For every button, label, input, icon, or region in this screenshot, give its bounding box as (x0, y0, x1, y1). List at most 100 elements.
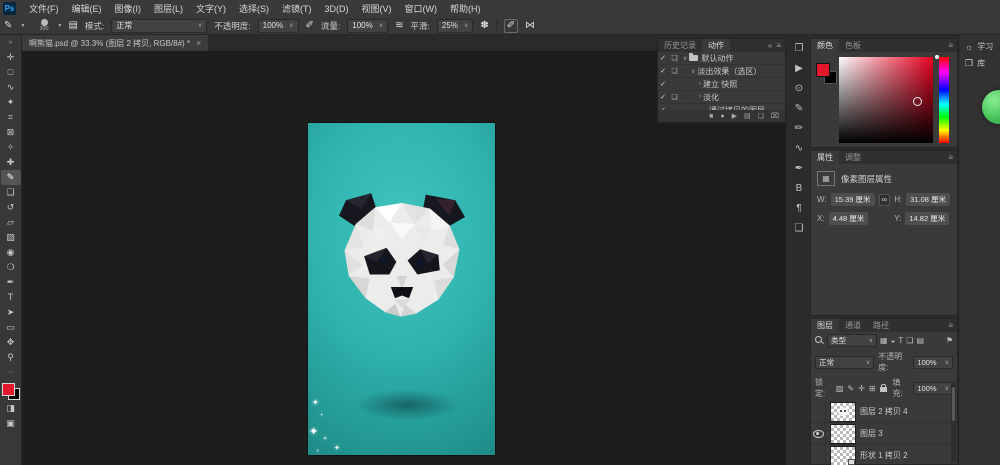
tab-adjustments[interactable]: 调整 (839, 151, 867, 164)
brush-settings-icon[interactable]: ✎ (790, 101, 808, 115)
menu-3d[interactable]: 3D(D) (325, 4, 349, 14)
paint-symmetry-icon[interactable]: ⋈ (525, 21, 535, 31)
filter-kind-select[interactable]: 类型∨ (827, 334, 877, 347)
new-set-button[interactable]: ▤ (744, 112, 751, 120)
panel-menu-icon[interactable]: ≡ (776, 41, 781, 50)
action-row[interactable]: ✓ ❏ ∨ 默认动作 (658, 52, 785, 65)
stop-button[interactable]: ■ (709, 113, 713, 120)
dodge-tool[interactable]: ❍ (1, 260, 21, 275)
filter-adjustment-icon[interactable]: ◒ (891, 336, 896, 345)
lock-all-icon[interactable] (880, 387, 887, 392)
tab-actions[interactable]: 动作 (702, 39, 730, 52)
layer-row[interactable]: 图层 3 (811, 423, 957, 445)
clone-source-icon[interactable]: ❐ (790, 41, 808, 55)
toggle-item-icon[interactable]: ✓ (658, 80, 669, 88)
menu-select[interactable]: 选择(S) (239, 2, 269, 15)
lock-transparency-icon[interactable]: ▨ (836, 384, 844, 393)
menu-type[interactable]: 文字(Y) (196, 2, 226, 15)
layer-thumbnail[interactable] (831, 403, 855, 421)
filter-pixel-icon[interactable]: ▦ (880, 336, 888, 345)
panel-menu-icon[interactable]: ≡ (948, 41, 953, 50)
path-selection-tool[interactable]: ➤ (1, 305, 21, 320)
hue-slider-marker[interactable] (935, 55, 939, 59)
brush-tool-icon[interactable]: ✎ (4, 21, 12, 31)
pressure-opacity-icon[interactable]: ✐ (306, 21, 314, 31)
history-icon[interactable]: ⊙ (790, 81, 808, 95)
new-action-button[interactable]: ❏ (758, 112, 764, 120)
delete-button[interactable]: ⌧ (771, 112, 779, 120)
history-brush-tool[interactable]: ↺ (1, 200, 21, 215)
marquee-tool[interactable]: □ (1, 65, 21, 80)
foreground-color-swatch[interactable] (816, 63, 830, 77)
actions-icon[interactable]: ▶ (790, 61, 808, 75)
width-field[interactable]: 15.39 厘米 (831, 193, 875, 206)
smoothing-select[interactable]: 25%∨ (437, 19, 473, 33)
layers-scrollbar[interactable] (951, 383, 956, 463)
link-dimensions-icon[interactable]: ∞ (879, 194, 891, 206)
quick-mask-icon[interactable]: ◨ (1, 401, 21, 416)
crop-tool[interactable]: ⌗ (1, 110, 21, 125)
edit-toolbar-icon[interactable]: ⋯ (1, 365, 21, 380)
menu-layer[interactable]: 图层(L) (154, 2, 183, 15)
play-button[interactable]: ▶ (732, 112, 737, 120)
document-canvas[interactable]: ✦ ✦ ✦ ✦ ✦ ✦ (308, 123, 495, 455)
filter-toggle-icon[interactable]: ⚑ (946, 336, 953, 345)
collapse-panel-icon[interactable]: « (768, 41, 772, 50)
layer-row[interactable]: 形状 1 拷贝 2 (811, 445, 957, 465)
visibility-toggle[interactable] (811, 423, 826, 444)
menu-file[interactable]: 文件(F) (29, 2, 59, 15)
libraries-panel-item[interactable]: ❒ 库 (959, 52, 1000, 69)
menu-filter[interactable]: 滤镜(T) (282, 2, 312, 15)
expand-icon[interactable]: › (699, 94, 701, 100)
panel-menu-icon[interactable]: ≡ (948, 321, 953, 330)
move-tool[interactable]: ✛ (1, 50, 21, 65)
brush-preset-picker[interactable]: 300 (39, 19, 49, 32)
dialog-toggle-icon[interactable]: ❏ (669, 93, 681, 101)
lock-paint-icon[interactable]: ✎ (847, 384, 854, 393)
smoothing-gear-icon[interactable]: ✽ (480, 21, 488, 31)
blur-tool[interactable]: ◉ (1, 245, 21, 260)
expand-icon[interactable]: › (699, 81, 701, 87)
airbrush-icon[interactable]: ≋ (395, 21, 403, 31)
y-field[interactable]: 14.82 厘米 (905, 212, 949, 225)
menu-image[interactable]: 图像(I) (115, 2, 142, 15)
shape-tool[interactable]: ▭ (1, 320, 21, 335)
gradient-tool[interactable]: ▨ (1, 230, 21, 245)
action-row[interactable]: ✓ › 建立 快照 (658, 78, 785, 91)
healing-brush-tool[interactable]: ✚ (1, 155, 21, 170)
lasso-tool[interactable]: ∿ (1, 80, 21, 95)
character-panel-icon[interactable]: B (790, 181, 808, 195)
tool-presets-icon[interactable]: ✏ (790, 121, 808, 135)
flow-select[interactable]: 100%∨ (347, 19, 388, 33)
tab-color[interactable]: 颜色 (811, 39, 839, 52)
pen-pressure-size-icon[interactable]: ✐ (504, 19, 518, 33)
filter-shape-icon[interactable]: ❏ (906, 336, 913, 345)
toggle-item-icon[interactable]: ✓ (658, 67, 669, 75)
type-tool[interactable]: T (1, 290, 21, 305)
tab-layers[interactable]: 图层 (811, 319, 839, 332)
eraser-tool[interactable]: ▱ (1, 215, 21, 230)
x-field[interactable]: 4.48 厘米 (829, 212, 869, 225)
brush-preset-caret-icon[interactable]: ▾ (21, 22, 24, 29)
layer-fill-select[interactable]: 100%∨ (913, 382, 953, 395)
action-row[interactable]: ✓ ❏ ∨ 淡出效果（选区） (658, 65, 785, 78)
panel-menu-icon[interactable]: ≡ (948, 153, 953, 162)
action-row[interactable]: ✓ ❏ › 淡化 (658, 91, 785, 104)
foreground-color-swatch[interactable] (2, 383, 15, 396)
tab-properties[interactable]: 属性 (811, 151, 839, 164)
expand-icon[interactable]: ∨ (683, 55, 687, 62)
lock-position-icon[interactable]: ✛ (858, 384, 865, 393)
record-button[interactable]: ● (720, 113, 724, 120)
filter-smart-object-icon[interactable]: ▤ (916, 336, 924, 345)
menu-help[interactable]: 帮助(H) (450, 2, 481, 15)
visibility-toggle[interactable] (811, 445, 826, 465)
brush-tool[interactable]: ✎ (1, 170, 21, 185)
opacity-select[interactable]: 100%∨ (258, 19, 299, 33)
document-tab[interactable]: 啊熊猫.psd @ 33.3% (图层 2 拷贝, RGB/8#) * × (22, 35, 208, 51)
dialog-toggle-icon[interactable]: ❏ (669, 67, 681, 75)
filter-type-icon[interactable]: T (898, 336, 903, 345)
visibility-toggle[interactable] (811, 401, 826, 422)
toggle-brush-panel-icon[interactable]: ▤ (68, 21, 77, 31)
blend-mode-select[interactable]: 正常∨ (111, 19, 207, 33)
tab-swatches[interactable]: 色板 (839, 39, 867, 52)
